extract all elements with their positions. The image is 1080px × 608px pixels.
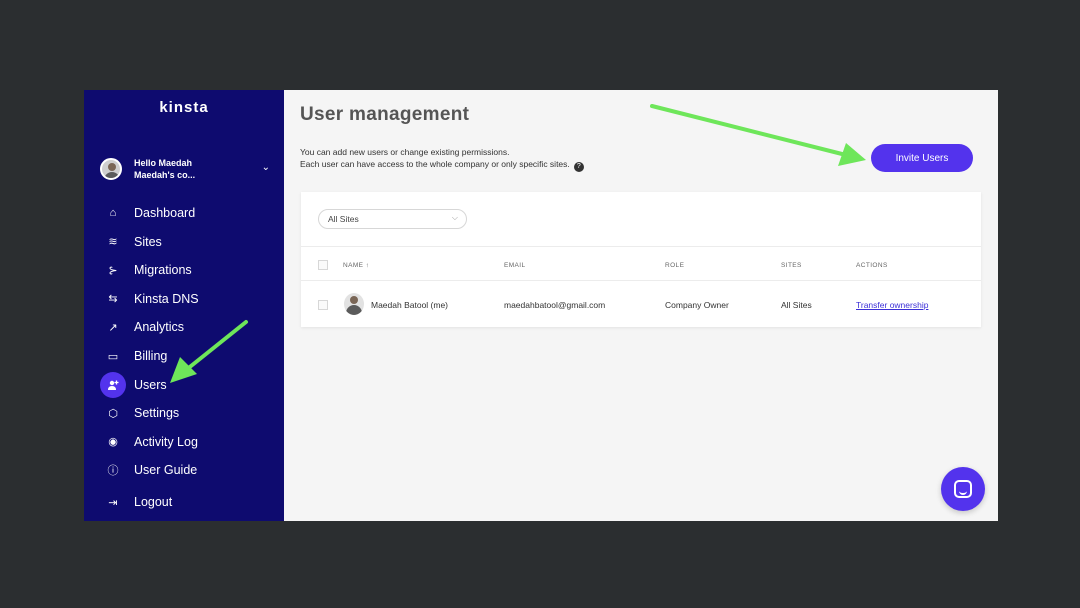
sidebar-item-dashboard[interactable]: ⌂ Dashboard xyxy=(100,200,276,226)
sidebar-item-label: Settings xyxy=(134,406,180,421)
sidebar-item-settings[interactable]: ⬡ Settings xyxy=(100,400,276,426)
row-checkbox[interactable] xyxy=(318,300,328,310)
description-line-2-text: Each user can have access to the whole c… xyxy=(300,159,570,169)
avatar xyxy=(344,293,364,315)
sidebar-item-analytics[interactable]: ↗ Analytics xyxy=(100,314,276,340)
chat-icon xyxy=(954,480,972,498)
description-line-1: You can add new users or change existing… xyxy=(300,147,510,157)
info-icon: ⓘ xyxy=(107,465,119,478)
user-text: Hello Maedah Maedah's co... xyxy=(134,157,195,181)
chevron-down-icon[interactable]: ⌄ xyxy=(262,162,270,173)
kinsta-logo[interactable]: kinsta xyxy=(84,99,284,116)
help-icon[interactable]: ? xyxy=(573,162,584,172)
sidebar-item-user-guide[interactable]: ⓘ User Guide xyxy=(100,457,276,483)
column-header-email: EMAIL xyxy=(504,262,526,269)
column-header-sites: SITES xyxy=(781,262,802,269)
column-header-actions: ACTIONS xyxy=(856,262,888,269)
logout-icon: ⇥ xyxy=(108,496,118,509)
sidebar-item-label: Dashboard xyxy=(134,206,196,220)
sidebar-item-label: Kinsta DNS xyxy=(134,291,199,306)
sidebar-item-logout[interactable]: ⇥ Logout xyxy=(100,489,276,515)
sidebar-item-activity-log[interactable]: ◉ Activity Log xyxy=(100,429,276,455)
sites-filter-value: All Sites xyxy=(328,214,359,224)
sidebar-item-label: Analytics xyxy=(134,320,185,335)
sidebar-item-users[interactable]: Users xyxy=(100,371,276,398)
add-user-icon xyxy=(100,371,126,398)
invite-users-button[interactable]: Invite Users xyxy=(871,144,973,172)
eye-icon: ◉ xyxy=(108,436,118,449)
sidebar-item-billing[interactable]: ▭ Billing xyxy=(100,343,276,369)
select-all-checkbox[interactable] xyxy=(318,260,328,270)
divider xyxy=(301,246,981,247)
user-email: maedahbatool@gmail.com xyxy=(504,300,606,310)
analytics-icon: ↗ xyxy=(108,321,118,334)
sidebar-item-label: Users xyxy=(134,377,167,392)
user-name: Maedah Batool (me) xyxy=(371,300,449,310)
user-sites: All Sites xyxy=(781,300,812,310)
chat-launcher-button[interactable] xyxy=(941,467,985,511)
chevron-down-icon: ⌵ xyxy=(451,213,458,222)
sidebar-item-label: Billing xyxy=(134,349,168,363)
layers-icon: ≋ xyxy=(108,236,118,249)
sidebar-item-label: User Guide xyxy=(134,463,198,478)
sites-filter-select[interactable]: All Sites ⌵ xyxy=(318,209,467,229)
sidebar-item-label: Activity Log xyxy=(134,434,198,449)
user-company: Maedah's co... xyxy=(134,170,196,180)
user-role: Company Owner xyxy=(665,300,729,310)
user-avatar xyxy=(100,158,122,180)
column-header-role: ROLE xyxy=(665,262,685,269)
sidebar-item-sites[interactable]: ≋ Sites xyxy=(100,229,276,255)
transfer-ownership-link[interactable]: Transfer ownership xyxy=(856,300,928,310)
description-line-2: Each user can have access to the whole c… xyxy=(300,158,584,172)
migrations-icon: ⊱ xyxy=(108,264,118,277)
page-title: User management xyxy=(300,104,470,125)
sidebar-item-label: Migrations xyxy=(134,263,192,278)
home-icon: ⌂ xyxy=(109,207,117,219)
page-description: You can add new users or change existing… xyxy=(300,146,584,172)
sidebar: kinsta Hello Maedah Maedah's co... ⌄ ⌂ D… xyxy=(84,90,284,521)
sidebar-item-label: Sites xyxy=(134,234,162,249)
app-window: kinsta Hello Maedah Maedah's co... ⌄ ⌂ D… xyxy=(84,90,998,521)
divider xyxy=(301,280,981,281)
sidebar-item-kinsta-dns[interactable]: ⇆ Kinsta DNS xyxy=(100,286,276,312)
dns-icon: ⇆ xyxy=(108,293,118,306)
main-content: User management You can add new users or… xyxy=(284,90,998,521)
users-table-card: All Sites ⌵ NAME ↑ EMAIL ROLE SITES ACTI… xyxy=(301,192,981,327)
billing-icon: ▭ xyxy=(107,350,119,363)
column-header-name[interactable]: NAME ↑ xyxy=(343,262,369,269)
sidebar-item-migrations[interactable]: ⊱ Migrations xyxy=(100,257,276,283)
settings-icon: ⬡ xyxy=(108,407,118,420)
user-greeting: Hello Maedah xyxy=(134,158,193,168)
user-menu[interactable]: Hello Maedah Maedah's co... ⌄ xyxy=(100,156,270,182)
sidebar-item-label: Logout xyxy=(134,495,173,509)
